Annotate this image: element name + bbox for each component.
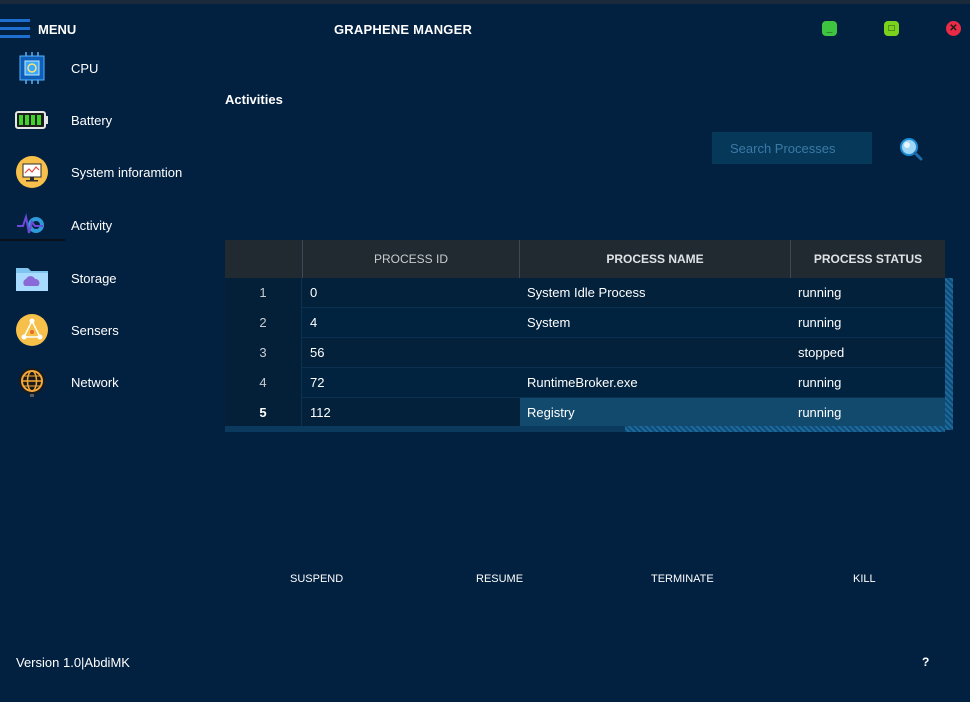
resume-button[interactable]: RESUME (476, 571, 523, 587)
table-row-selected[interactable]: 5 112 Registry running (225, 398, 945, 428)
process-name-cell[interactable]: System (520, 308, 791, 338)
active-indicator (0, 239, 65, 241)
process-id-cell[interactable]: 72 (303, 368, 520, 398)
folder-icon (15, 261, 49, 295)
sidebar-item-label: System inforamtion (71, 164, 183, 180)
sidebar-item-label: Sensers (71, 322, 119, 338)
search-input[interactable] (712, 132, 872, 164)
battery-icon (15, 103, 49, 137)
cpu-icon (15, 51, 49, 85)
process-name-cell[interactable]: RuntimeBroker.exe (520, 368, 791, 398)
terminate-button[interactable]: TERMINATE (651, 571, 714, 587)
close-button[interactable]: ✕ (946, 21, 961, 36)
process-status-cell[interactable]: running (791, 308, 945, 338)
vertical-scrollbar[interactable] (945, 278, 953, 430)
sensor-icon (15, 313, 49, 347)
process-name-cell[interactable]: System Idle Process (520, 278, 791, 308)
row-index: 5 (225, 398, 302, 428)
table-row[interactable]: 3 56 stopped (225, 338, 945, 368)
title-bar: MENU GRAPHENE MANGER _ □ ✕ (0, 4, 970, 48)
row-index: 2 (225, 308, 302, 338)
process-table: PROCESS ID PROCESS NAME PROCESS STATUS 1… (225, 240, 953, 432)
process-status-cell[interactable]: running (791, 368, 945, 398)
table-row[interactable]: 2 4 System running (225, 308, 945, 338)
process-status-cell[interactable]: running (791, 398, 945, 428)
sidebar-item-sensors[interactable]: Sensers (0, 308, 210, 352)
sidebar-item-system-information[interactable]: System inforamtion (0, 150, 210, 194)
sidebar-item-cpu[interactable]: CPU (0, 46, 210, 90)
minimize-button[interactable]: _ (822, 21, 837, 36)
process-status-cell[interactable]: running (791, 278, 945, 308)
table-header: PROCESS ID PROCESS NAME PROCESS STATUS (225, 240, 945, 278)
process-id-cell[interactable]: 4 (303, 308, 520, 338)
suspend-button[interactable]: SUSPEND (290, 571, 343, 587)
search-button[interactable] (899, 137, 923, 161)
maximize-button[interactable]: □ (884, 21, 899, 36)
process-name-cell[interactable]: Registry (520, 398, 791, 428)
sidebar-item-battery[interactable]: Battery (0, 98, 210, 142)
kill-button[interactable]: KILL (853, 571, 876, 587)
row-index: 3 (225, 338, 302, 368)
activity-icon (15, 208, 49, 242)
monitor-icon (15, 155, 49, 189)
column-header-process-id[interactable]: PROCESS ID (303, 240, 520, 278)
row-index: 4 (225, 368, 302, 398)
table-row[interactable]: 4 72 RuntimeBroker.exe running (225, 368, 945, 398)
menu-label: MENU (38, 21, 77, 37)
globe-icon (15, 365, 49, 399)
help-button[interactable]: ? (922, 655, 929, 669)
minimize-icon: _ (826, 23, 833, 34)
column-header-index[interactable] (225, 240, 303, 278)
column-header-process-name[interactable]: PROCESS NAME (520, 240, 791, 278)
sidebar-item-label: Activity (71, 217, 113, 233)
sidebar-item-storage[interactable]: Storage (0, 256, 210, 300)
hamburger-menu-icon (0, 19, 30, 38)
horizontal-scrollbar-thumb[interactable] (625, 426, 945, 432)
sidebar-item-label: CPU (71, 60, 99, 76)
sidebar-item-label: Battery (71, 112, 113, 128)
table-row[interactable]: 1 0 System Idle Process running (225, 278, 945, 308)
sidebar-item-label: Storage (71, 270, 117, 286)
section-title: Activities (225, 92, 283, 107)
process-id-cell[interactable]: 56 (303, 338, 520, 368)
sidebar-item-network[interactable]: Network (0, 360, 210, 404)
search-icon (900, 138, 923, 161)
version-label: Version 1.0|AbdiMK (16, 655, 130, 670)
maximize-icon: □ (888, 23, 895, 34)
process-name-cell[interactable] (520, 338, 791, 368)
row-index: 1 (225, 278, 302, 308)
horizontal-scrollbar-track[interactable] (225, 426, 625, 432)
menu-button[interactable]: MENU (0, 18, 76, 40)
process-id-cell[interactable]: 0 (303, 278, 520, 308)
process-status-cell[interactable]: stopped (791, 338, 945, 368)
sidebar-item-label: Network (71, 374, 119, 390)
process-id-cell[interactable]: 112 (303, 398, 520, 428)
column-header-process-status[interactable]: PROCESS STATUS (791, 240, 945, 278)
close-icon: ✕ (949, 23, 958, 34)
app-title: GRAPHENE MANGER (334, 22, 473, 37)
